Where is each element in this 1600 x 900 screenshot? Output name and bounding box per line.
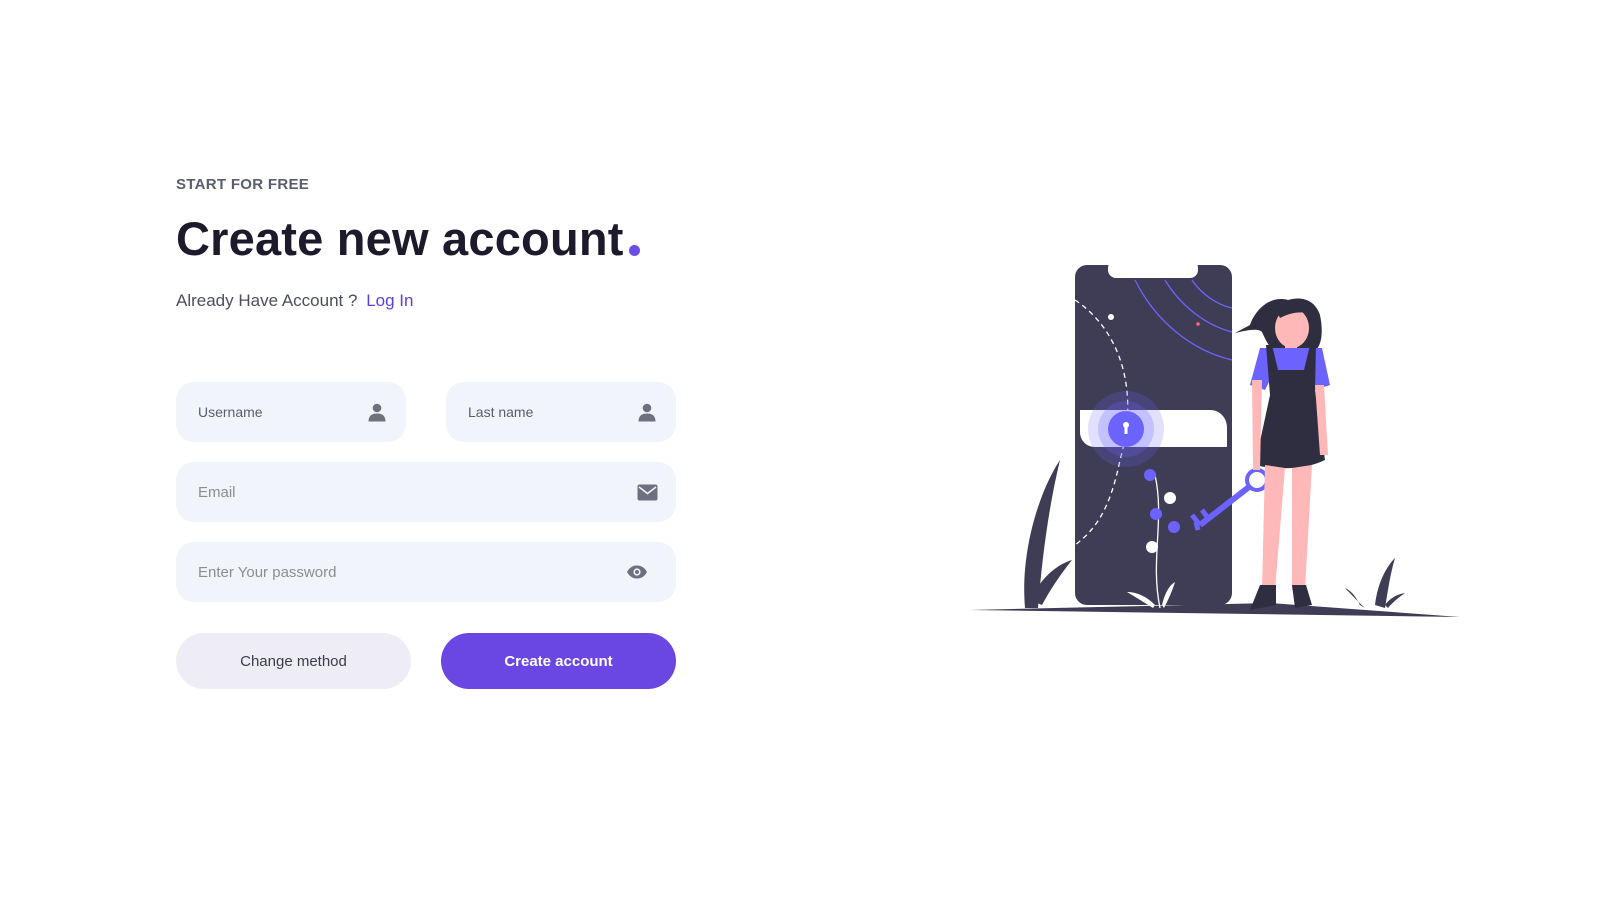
email-input[interactable] (198, 484, 654, 500)
page-title-text: Create new account (176, 212, 624, 265)
login-link[interactable]: Log In (366, 291, 413, 310)
signup-form-area: START FOR FREE Create new account Alread… (176, 170, 676, 689)
title-dot (628, 245, 640, 256)
form-actions: Change method Create account (176, 633, 676, 689)
username-field-wrapper (176, 382, 406, 442)
phone-notch (1108, 260, 1198, 278)
login-prompt: Already Have Account ? Log In (176, 291, 676, 311)
password-field-wrapper (176, 542, 676, 602)
login-prompt-text: Already Have Account ? (176, 291, 358, 310)
form-fields (176, 382, 676, 602)
envelope-icon (636, 481, 658, 503)
user-icon (636, 401, 658, 423)
eyebrow-label: START FOR FREE (176, 176, 310, 193)
create-account-button[interactable]: Create account (441, 633, 676, 689)
change-method-button[interactable]: Change method (176, 633, 411, 689)
eye-icon[interactable] (626, 561, 648, 583)
lastname-input[interactable] (468, 404, 654, 420)
page-title: Create new account (176, 215, 676, 262)
email-field-wrapper (176, 462, 676, 522)
password-input[interactable] (198, 564, 654, 580)
user-icon (366, 401, 388, 423)
username-input[interactable] (198, 404, 384, 420)
security-illustration (970, 260, 1470, 640)
lastname-field-wrapper (446, 382, 676, 442)
